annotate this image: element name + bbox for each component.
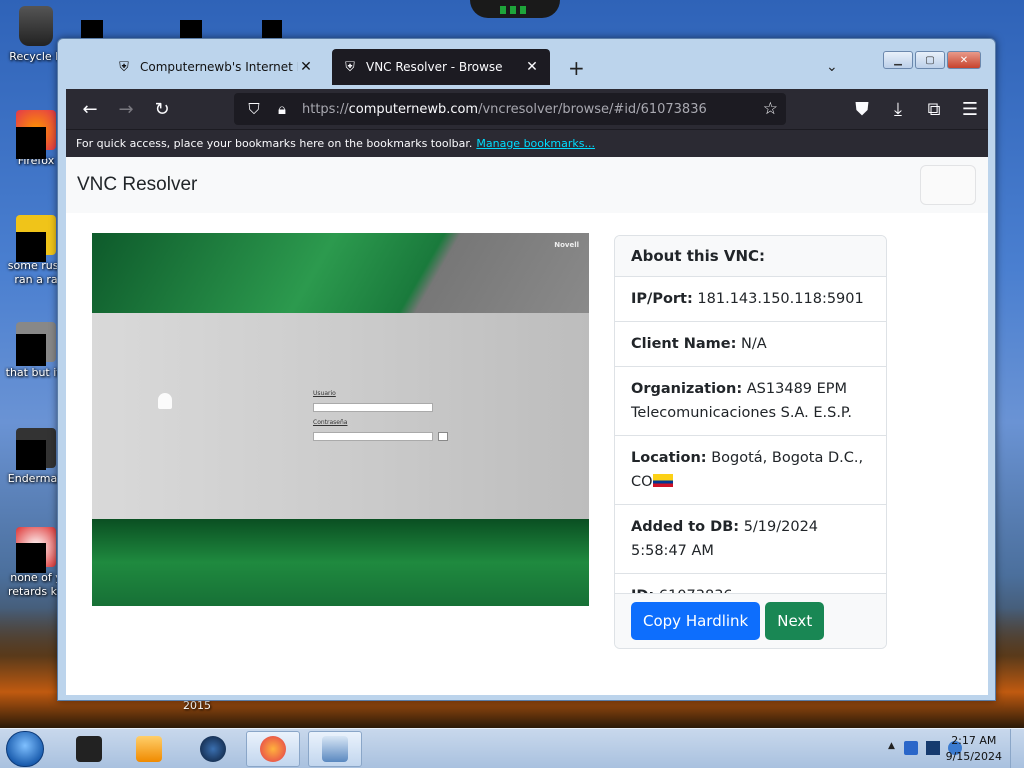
tab-computernewb-pub[interactable]: ⛨ Computernewb's Internet Pub ✕ bbox=[106, 49, 324, 85]
ip-port-row: IP/Port: 181.143.150.118:5901 bbox=[615, 277, 886, 322]
media-player-icon bbox=[136, 736, 162, 762]
tracking-shield-icon[interactable]: ⛉ bbox=[240, 100, 268, 118]
clock[interactable]: 2:17 AM 9/15/2024 bbox=[946, 733, 1002, 765]
extensions-icon[interactable]: ⧉ bbox=[916, 93, 952, 125]
back-arrow-icon[interactable]: ← bbox=[72, 93, 108, 125]
tab-strip: ⛨ Computernewb's Internet Pub ✕ ⛨ VNC Re… bbox=[66, 47, 987, 89]
navigation-toolbar: ← → ↻ ⛉ 🔒︎ https://computernewb.com/vncr… bbox=[66, 89, 988, 129]
new-tab-button[interactable]: + bbox=[568, 56, 585, 80]
screenshot-user-label: Usuario bbox=[313, 390, 336, 397]
redaction-box bbox=[16, 543, 46, 573]
client-name-row: Client Name: N/A bbox=[615, 322, 886, 367]
close-tab-icon[interactable]: ✕ bbox=[298, 59, 314, 75]
reload-icon[interactable]: ↻ bbox=[144, 93, 180, 125]
taskbar-item-firefox[interactable] bbox=[246, 731, 300, 767]
taskbar-item-app-2[interactable] bbox=[186, 731, 240, 767]
client-name-value: N/A bbox=[741, 336, 767, 352]
top-decoration bbox=[470, 0, 560, 18]
navbar-toggler-button[interactable] bbox=[920, 165, 976, 205]
screenshot-password-label: Contraseña bbox=[313, 419, 348, 426]
url-scheme: https:// bbox=[302, 101, 349, 117]
url-text[interactable]: https://computernewb.com/vncresolver/bro… bbox=[302, 102, 707, 117]
taskbar-item-media-player[interactable] bbox=[122, 731, 176, 767]
site-favicon-icon: ⛨ bbox=[345, 59, 355, 75]
tab-title: Computernewb's Internet Pub bbox=[140, 60, 298, 74]
redaction-box bbox=[16, 334, 46, 366]
site-navbar: VNC Resolver bbox=[66, 157, 988, 213]
site-brand[interactable]: VNC Resolver bbox=[77, 174, 197, 196]
url-host: computernewb.com bbox=[348, 101, 479, 117]
taskbar-item-remote-desktop[interactable] bbox=[308, 731, 362, 767]
tab-vnc-resolver[interactable]: ⛨ VNC Resolver - Browse ✕ bbox=[332, 49, 550, 85]
redaction-box bbox=[262, 20, 282, 38]
redaction-box bbox=[180, 20, 202, 38]
recycle-bin-icon bbox=[19, 6, 53, 46]
globe-icon bbox=[200, 736, 226, 762]
screenshot-password-field bbox=[313, 432, 433, 441]
redaction-box bbox=[16, 127, 46, 159]
client-name-label: Client Name: bbox=[631, 336, 737, 352]
card-title: About this VNC: bbox=[615, 236, 886, 277]
colombia-flag-icon bbox=[652, 474, 673, 487]
tab-title: VNC Resolver - Browse bbox=[366, 60, 503, 74]
vnc-screenshot: Novell Usuario Contraseña bbox=[92, 233, 589, 606]
show-hidden-icons[interactable]: ▲ bbox=[888, 741, 896, 755]
bluetooth-icon[interactable] bbox=[904, 741, 918, 755]
site-favicon-icon: ⛨ bbox=[119, 59, 129, 75]
downloads-icon[interactable]: ⤓ bbox=[880, 93, 916, 125]
page-content: VNC Resolver Novell Usuario Contraseña A… bbox=[66, 157, 988, 695]
close-window-button[interactable]: ✕ bbox=[947, 51, 981, 69]
url-bar[interactable]: ⛉ 🔒︎ https://computernewb.com/vncresolve… bbox=[234, 93, 786, 125]
minimize-button[interactable]: ▁ bbox=[883, 51, 913, 69]
screenshot-submit-icon bbox=[438, 432, 448, 441]
location-row: Location: Bogotá, Bogota D.C., CO bbox=[615, 436, 886, 505]
start-button[interactable] bbox=[6, 731, 44, 767]
vnc-info-card: About this VNC: IP/Port: 181.143.150.118… bbox=[614, 235, 887, 649]
app-icon bbox=[76, 736, 102, 762]
added-row: Added to DB: 5/19/2024 5:58:47 AM bbox=[615, 505, 886, 574]
menu-icon[interactable]: ☰ bbox=[952, 93, 988, 125]
manage-bookmarks-link[interactable]: Manage bookmarks... bbox=[476, 137, 595, 150]
ip-port-value: 181.143.150.118:5901 bbox=[697, 291, 864, 307]
firefox-icon bbox=[260, 736, 286, 762]
organization-row: Organization: AS13489 EPM Telecomunicaci… bbox=[615, 367, 886, 436]
pocket-icon[interactable]: ⛊ bbox=[844, 93, 880, 125]
bookmarks-hint: For quick access, place your bookmarks h… bbox=[76, 137, 473, 150]
user-avatar-icon bbox=[158, 393, 172, 409]
network-icon[interactable] bbox=[926, 741, 940, 755]
redaction-box bbox=[16, 440, 46, 470]
organization-label: Organization: bbox=[631, 381, 743, 397]
show-desktop-button[interactable] bbox=[1010, 729, 1024, 768]
screenshot-login-panel bbox=[92, 313, 589, 519]
copy-hardlink-button[interactable]: Copy Hardlink bbox=[631, 602, 761, 640]
screenshot-user-field bbox=[313, 403, 433, 412]
bookmark-star-icon[interactable]: ☆ bbox=[763, 99, 778, 119]
list-all-tabs-button[interactable]: ⌄ bbox=[826, 59, 838, 75]
screenshot-brand: Novell bbox=[554, 241, 579, 249]
bookmarks-toolbar: For quick access, place your bookmarks h… bbox=[66, 129, 988, 157]
close-tab-icon[interactable]: ✕ bbox=[524, 59, 540, 75]
taskbar-item-app[interactable] bbox=[62, 731, 116, 767]
url-path: /vncresolver/browse/#id/61073836 bbox=[478, 101, 707, 117]
forward-arrow-icon[interactable]: → bbox=[108, 93, 144, 125]
redaction-box bbox=[81, 20, 103, 38]
maximize-button[interactable]: ▢ bbox=[915, 51, 945, 69]
window-controls: ▁ ▢ ✕ bbox=[883, 51, 981, 69]
toolbar-right: ⛊ ⤓ ⧉ ☰ bbox=[844, 93, 988, 125]
ip-port-label: IP/Port: bbox=[631, 291, 693, 307]
taskbar: ▲ 2:17 AM 9/15/2024 bbox=[0, 728, 1024, 768]
lock-icon[interactable]: 🔒︎ bbox=[268, 100, 296, 118]
card-footer: Copy Hardlink Next bbox=[615, 593, 886, 648]
clock-time: 2:17 AM bbox=[951, 734, 997, 747]
added-label: Added to DB: bbox=[631, 519, 740, 535]
browser-window: ⛨ Computernewb's Internet Pub ✕ ⛨ VNC Re… bbox=[57, 38, 996, 701]
redaction-box bbox=[16, 232, 46, 262]
screenshot-banner bbox=[92, 233, 589, 313]
screenshot-footer bbox=[92, 519, 589, 606]
next-button[interactable]: Next bbox=[765, 602, 825, 640]
clock-date: 9/15/2024 bbox=[945, 750, 1002, 763]
remote-desktop-icon bbox=[322, 736, 348, 762]
location-label: Location: bbox=[631, 450, 707, 466]
